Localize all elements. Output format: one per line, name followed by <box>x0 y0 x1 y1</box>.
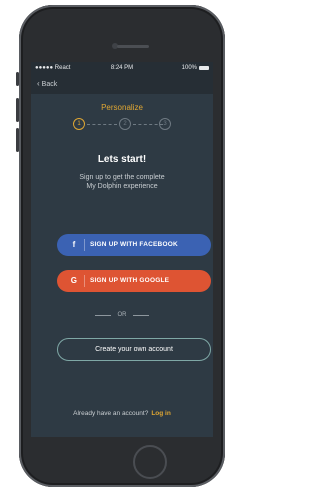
facebook-signup-button[interactable]: f SIGN UP WITH FACEBOOK <box>57 234 211 256</box>
battery-percent: 100% <box>181 65 197 71</box>
button-divider <box>84 275 85 287</box>
step-2: 2 <box>119 118 131 130</box>
nav-bar: ‹ Back <box>31 74 213 94</box>
page: ●●●●● React 8:24 PM 100% ‹ Back Personali… <box>0 0 247 493</box>
status-bar: ●●●●● React 8:24 PM 100% <box>31 62 213 74</box>
home-button[interactable] <box>133 445 167 479</box>
app-screen: ●●●●● React 8:24 PM 100% ‹ Back Personali… <box>31 62 213 437</box>
back-label: Back <box>41 81 58 88</box>
facebook-signup-label: SIGN UP WITH FACEBOOK <box>90 241 178 248</box>
step-1: 1 <box>73 118 85 130</box>
step-3: 3 <box>159 118 171 130</box>
back-button[interactable]: ‹ Back <box>37 74 57 94</box>
or-label: OR <box>117 312 127 318</box>
or-divider: OR <box>31 310 213 320</box>
step-connector <box>87 124 117 126</box>
or-line-right <box>133 315 149 316</box>
button-divider <box>84 239 85 251</box>
login-prompt: Already have an account? <box>73 410 149 417</box>
intro-subtext-line-1: Sign up to get the complete <box>79 174 165 181</box>
google-icon: G <box>70 276 78 285</box>
login-prompt-row: Already have an account? Log in <box>31 410 213 417</box>
battery-icon <box>199 66 209 70</box>
google-signup-label: SIGN UP WITH GOOGLE <box>90 277 170 284</box>
intro-subtext: Sign up to get the complete My Dolphin e… <box>45 173 199 191</box>
chevron-left-icon: ‹ <box>37 79 40 88</box>
login-link[interactable]: Log in <box>151 410 171 417</box>
facebook-icon: f <box>72 240 76 249</box>
intro-subtext-line-2: My Dolphin experience <box>86 183 158 190</box>
create-account-button[interactable]: Create your own account <box>57 338 211 361</box>
google-signup-button[interactable]: G SIGN UP WITH GOOGLE <box>57 270 211 292</box>
personalize-title: Personalize <box>101 103 143 112</box>
page-heading: Lets start! <box>97 154 147 165</box>
speaker-grille <box>117 45 149 48</box>
step-indicator: 1 2 3 <box>73 117 171 133</box>
